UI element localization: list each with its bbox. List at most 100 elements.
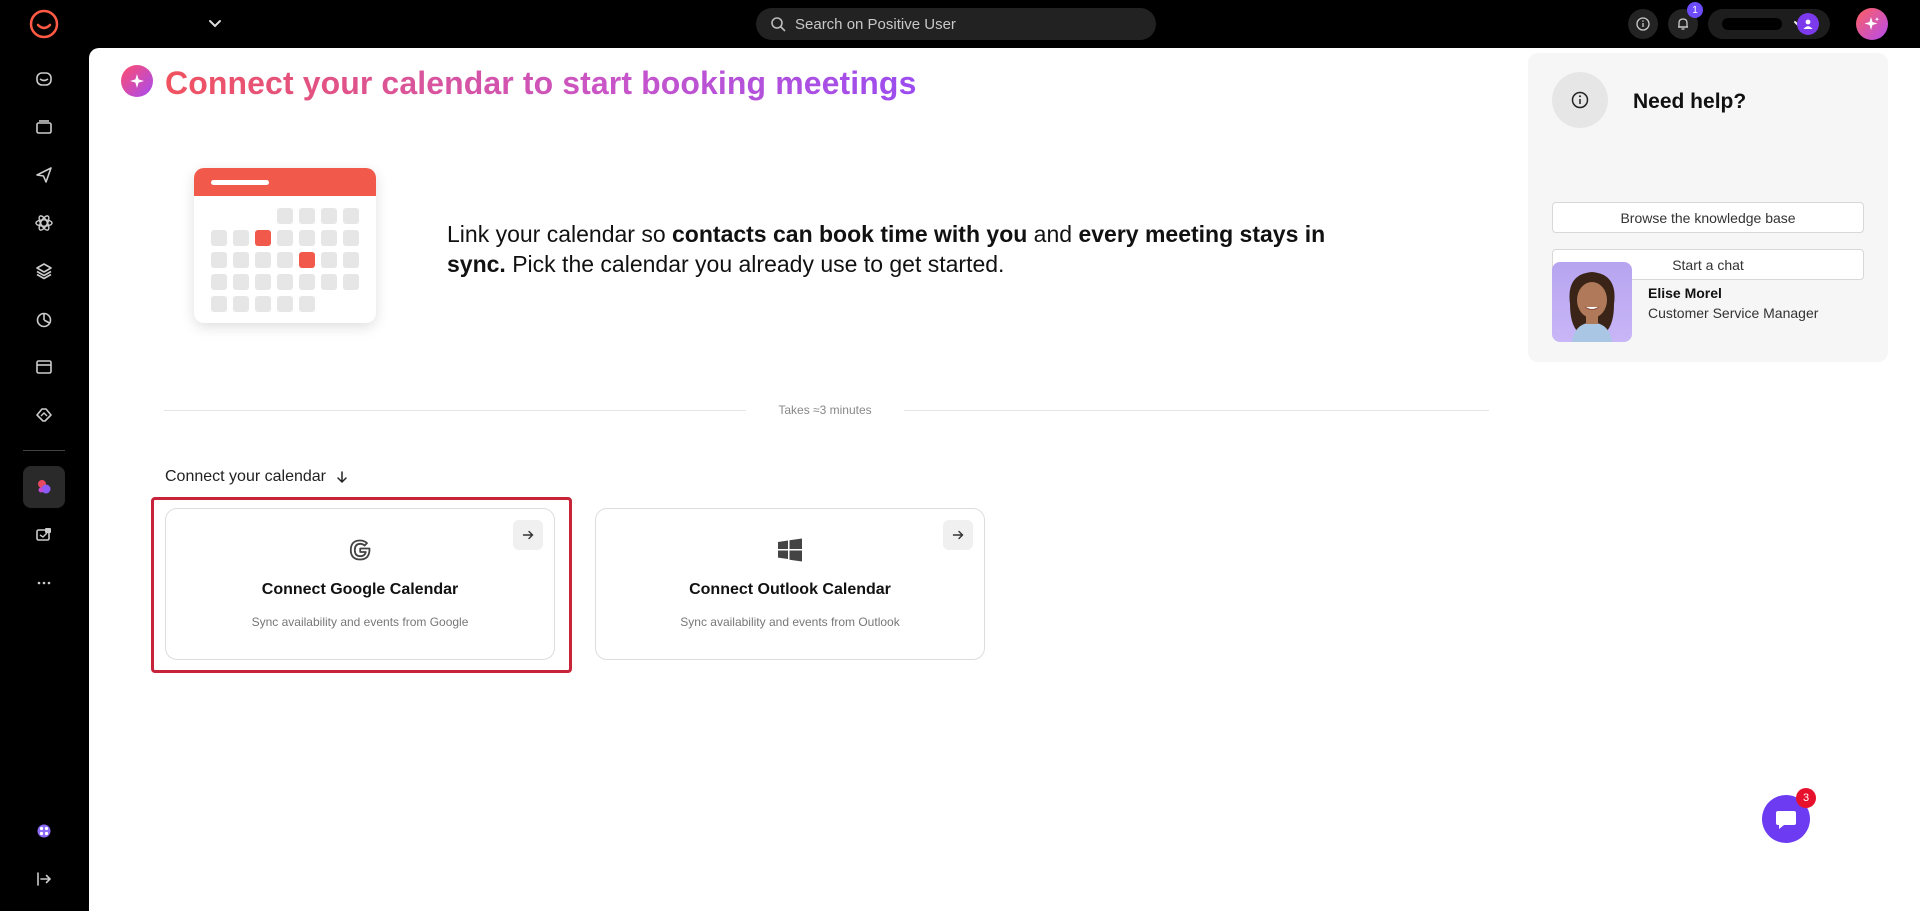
calendar-day-cell	[233, 274, 249, 290]
ai-assistant-button[interactable]	[1856, 8, 1888, 40]
sidebar-item-deals[interactable]	[23, 394, 65, 436]
folders-icon	[36, 120, 52, 134]
sidebar-item-more[interactable]	[23, 562, 65, 604]
arrow-down-icon	[337, 471, 347, 484]
bell-icon	[1678, 18, 1688, 30]
help-info-icon	[1552, 72, 1608, 128]
calendar-day-cell	[255, 296, 271, 312]
help-title: Need help?	[1633, 90, 1747, 113]
chat-bubble-icon	[1776, 811, 1796, 829]
arrow-right-icon	[522, 530, 534, 540]
calendar-day-cell	[299, 274, 315, 290]
browse-knowledge-base-button[interactable]: Browse the knowledge base	[1552, 202, 1864, 233]
calendar-day-cell	[321, 230, 337, 246]
section-label-text: Connect your calendar	[165, 468, 326, 485]
search-icon	[771, 17, 786, 32]
calendar-day-cell	[211, 274, 227, 290]
sparkle-icon	[1864, 17, 1880, 30]
workspace-chevron-down-icon[interactable]	[206, 14, 224, 32]
connect-google-arrow-button[interactable]	[513, 520, 543, 550]
intro-text: Link your calendar so contacts can book …	[447, 219, 1367, 279]
sidebar-item-automations[interactable]	[23, 202, 65, 244]
window-icon	[36, 360, 52, 374]
sidebar-item-meetings[interactable]	[23, 466, 65, 508]
sidebar-item-layers[interactable]	[23, 250, 65, 292]
calendar-day-cell	[343, 208, 359, 224]
send-icon	[36, 167, 52, 183]
divider-right	[904, 410, 1489, 411]
chat-unread-badge: 3	[1796, 788, 1816, 808]
sidebar-item-inbox[interactable]	[23, 106, 65, 148]
calendar-day-cell	[277, 274, 293, 290]
sidebar-item-reports[interactable]	[23, 298, 65, 340]
sidebar-divider	[23, 450, 65, 451]
connect-google-subtitle: Sync availability and events from Google	[251, 615, 469, 629]
sidebar-item-campaigns[interactable]	[23, 154, 65, 196]
sidebar-item-pages[interactable]	[23, 346, 65, 388]
account-menu[interactable]	[1708, 9, 1830, 39]
agent-avatar	[1552, 262, 1632, 342]
section-label: Connect your calendar	[165, 468, 349, 486]
intro-text-part: and	[1027, 221, 1079, 247]
more-dots-icon	[37, 581, 51, 585]
layers-icon	[36, 263, 52, 280]
calendar-day-cell	[255, 252, 271, 268]
calendar-day-cell	[233, 252, 249, 268]
sidebar-item-conversations[interactable]	[23, 514, 65, 556]
calendar-day-cell	[211, 230, 227, 246]
main-content: Connect your calendar to start booking m…	[89, 48, 1920, 911]
connect-google-title: Connect Google Calendar	[261, 581, 459, 598]
connect-outlook-subtitle: Sync availability and events from Outloo…	[680, 615, 900, 629]
sidebar-item-home[interactable]	[23, 58, 65, 100]
calendar-day-cell	[299, 296, 315, 312]
user-avatar-icon	[1797, 13, 1819, 35]
connect-outlook-arrow-button[interactable]	[943, 520, 973, 550]
app-logo-icon[interactable]	[28, 8, 60, 40]
chat-screen-icon	[36, 528, 51, 541]
agent-name: Elise Morel	[1648, 285, 1722, 301]
divider-left	[164, 410, 746, 411]
connect-outlook-card[interactable]: Connect Outlook Calendar Sync availabili…	[595, 508, 985, 660]
agent-role: Customer Service Manager	[1648, 305, 1819, 321]
top-bar: 1	[0, 0, 1920, 48]
calendar-day-cell	[233, 296, 249, 312]
search-input[interactable]	[795, 15, 1135, 33]
handshake-icon	[36, 408, 52, 422]
calendar-day-cell	[211, 296, 227, 312]
duration-note: Takes ≈3 minutes	[778, 403, 872, 417]
calendar-day-cell	[255, 230, 271, 246]
calendar-day-cell	[321, 274, 337, 290]
search-bar[interactable]	[756, 8, 1156, 40]
account-name-redacted	[1722, 18, 1782, 30]
calendar-day-cell	[277, 230, 293, 246]
notifications-badge: 1	[1687, 2, 1703, 18]
calendar-day-cell	[321, 252, 337, 268]
home-icon	[36, 72, 52, 86]
info-icon	[1636, 17, 1650, 31]
sidebar-item-collapse[interactable]	[23, 858, 65, 900]
calendar-day-cell	[277, 296, 293, 312]
calendar-day-cell	[299, 208, 315, 224]
apps-grid-icon	[37, 824, 51, 838]
calendar-day-cell	[299, 230, 315, 246]
sparkle-title-icon	[121, 65, 153, 97]
google-icon	[349, 539, 371, 561]
calendar-day-cell	[277, 208, 293, 224]
calendar-day-cell	[321, 208, 337, 224]
sidebar-item-apps[interactable]	[23, 810, 65, 852]
calendar-day-cell	[211, 252, 227, 268]
intro-text-bold: contacts can book time with you	[672, 221, 1028, 247]
windows-icon	[778, 538, 802, 562]
page-title: Connect your calendar to start booking m…	[165, 65, 917, 101]
atom-icon	[35, 215, 53, 231]
calendar-day-cell	[233, 230, 249, 246]
arrow-right-icon	[952, 530, 964, 540]
intro-text-part: Pick the calendar you already use to get…	[505, 251, 1005, 277]
connect-outlook-title: Connect Outlook Calendar	[689, 581, 891, 598]
connect-google-card[interactable]: Connect Google Calendar Sync availabilit…	[165, 508, 555, 660]
calendar-day-cell	[343, 274, 359, 290]
calendar-day-cell	[343, 252, 359, 268]
calendar-day-cell	[343, 230, 359, 246]
info-button[interactable]	[1628, 9, 1658, 39]
help-panel: Need help? Browse the knowledge base Sta…	[1528, 53, 1888, 362]
